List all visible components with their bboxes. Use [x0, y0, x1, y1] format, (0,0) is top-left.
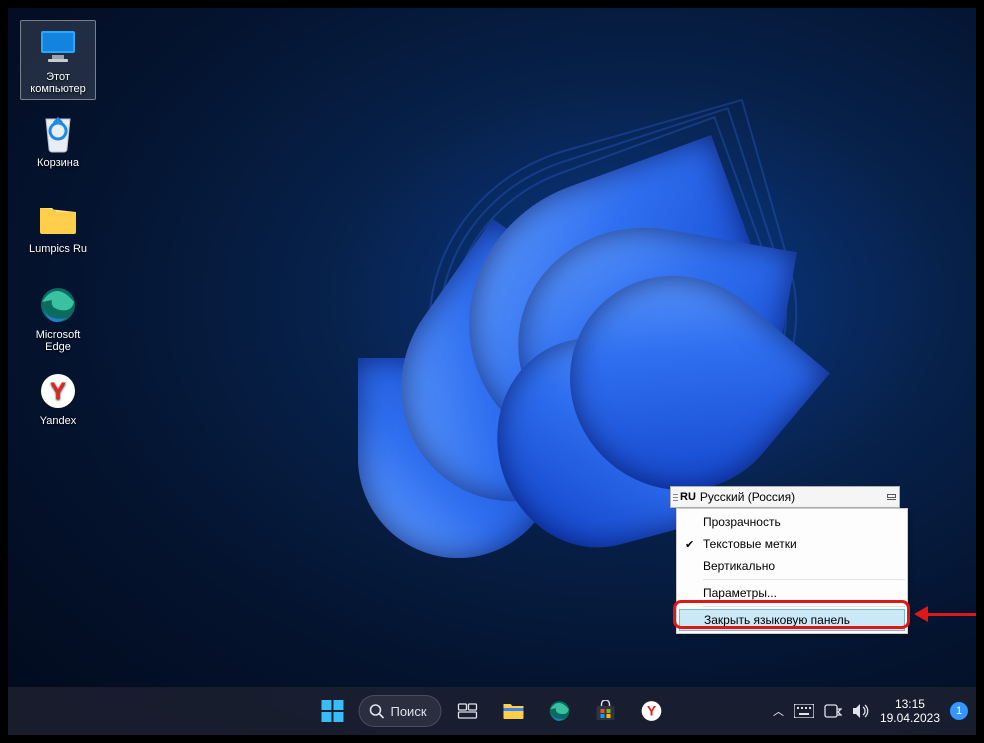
icon-label: Корзина	[37, 157, 79, 169]
menu-item-close-language-bar[interactable]: Закрыть языковую панель	[679, 609, 905, 631]
menu-label: Параметры...	[703, 586, 777, 600]
svg-text:Y: Y	[647, 703, 657, 719]
language-bar-context-menu: Прозрачность ✔ Текстовые метки Вертикаль…	[676, 508, 908, 634]
menu-separator	[703, 606, 905, 607]
file-explorer-icon	[503, 701, 525, 721]
yandex-icon: Y	[38, 371, 78, 411]
taskbar: Поиск Y ︿	[8, 687, 976, 735]
svg-text:Y: Y	[50, 378, 66, 405]
search-icon	[369, 704, 384, 719]
clock[interactable]: 13:15 19.04.2023	[880, 697, 940, 725]
edge-icon	[38, 285, 78, 325]
edge-icon	[549, 700, 571, 722]
desktop-icon-yandex[interactable]: Y Yandex	[20, 364, 96, 444]
desktop-icon-folder[interactable]: Lumpics Ru	[20, 192, 96, 272]
icon-label: Yandex	[40, 415, 77, 427]
taskbar-app-explorer[interactable]	[494, 691, 534, 731]
menu-label: Текстовые метки	[703, 537, 797, 551]
task-view-button[interactable]	[448, 691, 488, 731]
language-name[interactable]: Русский (Россия)	[700, 490, 883, 504]
menu-label: Прозрачность	[703, 515, 781, 529]
network-icon[interactable]	[824, 704, 842, 718]
menu-item-transparency[interactable]: Прозрачность	[679, 511, 905, 533]
taskbar-app-yandex[interactable]: Y	[632, 691, 672, 731]
language-code[interactable]: RU	[680, 491, 696, 503]
desktop-icon-this-pc[interactable]: Этот компьютер	[20, 20, 96, 100]
menu-separator	[703, 579, 905, 580]
yandex-icon: Y	[641, 700, 663, 722]
screenshot-frame: Этот компьютер Корзина Lumpics Ru Micros…	[0, 0, 984, 743]
date-label: 19.04.2023	[880, 711, 940, 725]
windows-icon	[321, 700, 343, 722]
menu-item-text-labels[interactable]: ✔ Текстовые метки	[679, 533, 905, 555]
icon-label: Lumpics Ru	[29, 243, 87, 255]
store-icon	[595, 700, 617, 722]
folder-icon	[38, 199, 78, 239]
options-icon[interactable]	[883, 494, 899, 500]
search-label: Поиск	[390, 704, 426, 719]
menu-label: Вертикально	[703, 559, 775, 573]
volume-icon[interactable]	[852, 703, 870, 719]
menu-label: Закрыть языковую панель	[704, 613, 850, 627]
taskbar-center: Поиск Y	[312, 691, 671, 731]
desktop[interactable]: Этот компьютер Корзина Lumpics Ru Micros…	[8, 8, 976, 735]
search-box[interactable]: Поиск	[358, 695, 441, 727]
language-bar[interactable]: RU Русский (Россия)	[670, 486, 900, 508]
time-label: 13:15	[880, 697, 940, 711]
menu-item-vertical[interactable]: Вертикально	[679, 555, 905, 577]
menu-item-options[interactable]: Параметры...	[679, 582, 905, 604]
system-tray: ︿ 13:15 19.04.2023 1	[773, 697, 968, 725]
monitor-icon	[38, 27, 78, 67]
tray-overflow-button[interactable]: ︿	[773, 703, 784, 719]
task-view-icon	[458, 701, 478, 721]
taskbar-app-edge[interactable]	[540, 691, 580, 731]
taskbar-app-store[interactable]	[586, 691, 626, 731]
start-button[interactable]	[312, 691, 352, 731]
annotation-arrow	[914, 609, 976, 619]
notification-count: 1	[956, 705, 962, 717]
icon-label: Этот компьютер	[30, 71, 85, 95]
desktop-icon-recycle-bin[interactable]: Корзина	[20, 106, 96, 186]
keyboard-icon[interactable]	[794, 704, 814, 718]
desktop-icon-edge[interactable]: Microsoft Edge	[20, 278, 96, 358]
grip-icon[interactable]	[671, 487, 680, 507]
desktop-icons: Этот компьютер Корзина Lumpics Ru Micros…	[20, 20, 100, 450]
icon-label: Microsoft Edge	[36, 329, 81, 353]
check-icon: ✔	[685, 538, 694, 551]
notification-badge[interactable]: 1	[950, 702, 968, 720]
recycle-bin-icon	[38, 113, 78, 153]
